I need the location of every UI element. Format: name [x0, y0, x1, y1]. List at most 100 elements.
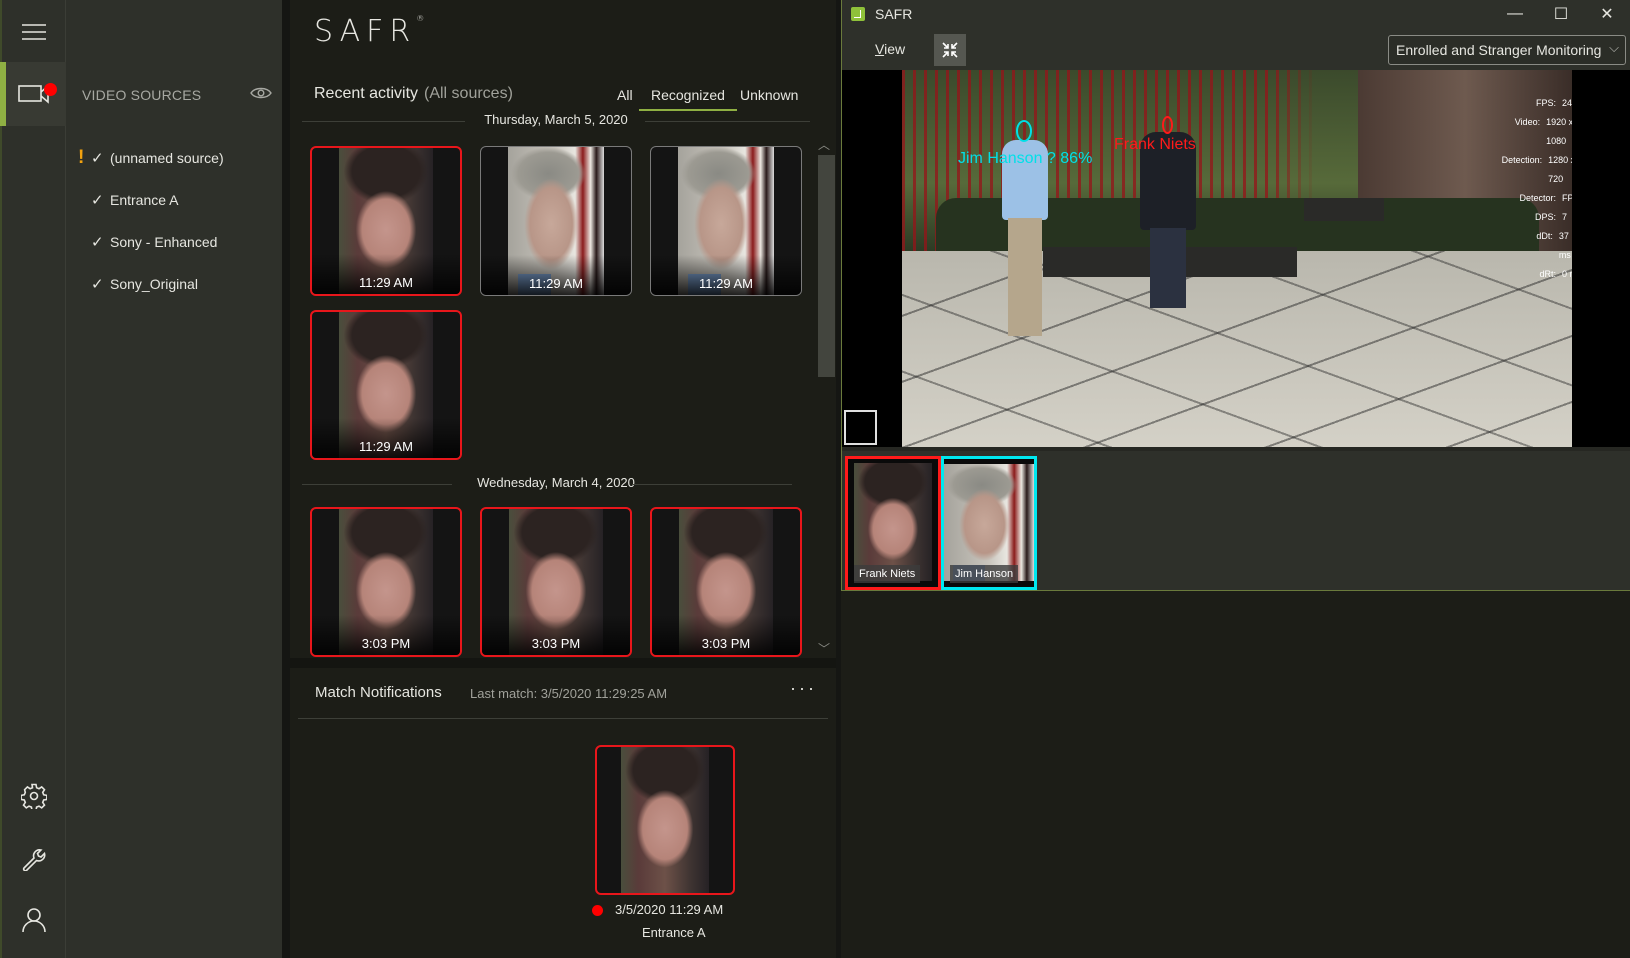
face-detection-marker [1016, 120, 1032, 142]
camera-frame: Jim Hanson ? 86% Frank Niets FPS: 24 Vide… [902, 70, 1572, 447]
match-notifications-header: Match Notifications Last match: 3/5/2020… [290, 668, 836, 722]
divider [632, 484, 792, 485]
close-button[interactable]: ✕ [1584, 0, 1630, 28]
collapse-button[interactable] [934, 34, 966, 66]
account-nav-button[interactable] [2, 888, 66, 952]
stat-key: dRt: [1539, 269, 1556, 279]
video-sources-nav-button[interactable] [0, 62, 66, 126]
match-notification-card[interactable] [595, 745, 735, 895]
activity-thumbnail[interactable]: 3:03 PM [310, 507, 462, 657]
check-icon[interactable]: ✓ [91, 233, 104, 251]
face-image [621, 747, 709, 893]
more-options-button[interactable]: ··· [790, 678, 817, 699]
thumbnail-time: 3:03 PM [701, 636, 751, 651]
thumbnail-time: 11:29 AM [529, 276, 583, 291]
face-image [944, 464, 1034, 581]
user-icon [22, 908, 46, 933]
stat-row: Video: 1920 x 1080 [1498, 113, 1572, 151]
menu-button[interactable] [2, 0, 66, 64]
person-name: Frank Niets [854, 565, 921, 583]
activity-thumbnail[interactable]: 3:03 PM [650, 507, 802, 657]
video-feed[interactable]: Jim Hanson ? 86% Frank Niets FPS: 24 Vide… [842, 70, 1630, 447]
thumbnail-time: 3:03 PM [531, 636, 581, 651]
monitoring-mode-select[interactable]: Enrolled and Stranger Monitoring ⌵ [1388, 35, 1626, 65]
safr-video-window: SAFR — ☐ ✕ View Enrolled and Stranger Mo… [841, 0, 1630, 591]
face-image [854, 463, 932, 581]
source-item[interactable]: ✓ Sony_Original [66, 269, 282, 299]
activity-thumbnail[interactable]: 11:29 AM [480, 146, 632, 296]
source-label: Sony - Enhanced [110, 234, 218, 250]
source-label: (unnamed source) [110, 150, 224, 166]
maximize-button[interactable]: ☐ [1538, 0, 1584, 28]
video-stats: FPS: 24 Video: 1920 x 1080 Detection: 1280 … [1498, 94, 1572, 284]
panel-divider [282, 0, 290, 958]
scroll-up-icon[interactable]: ︿ [818, 136, 830, 153]
stat-row: dDt: 37 ms [1498, 227, 1572, 265]
stat-value: 1920 x 1080 [1546, 117, 1572, 146]
source-item[interactable]: ! ✓ (unnamed source) [66, 143, 282, 173]
activity-thumbnail[interactable]: 11:29 AM [310, 146, 462, 296]
stat-value: 37 ms [1558, 231, 1571, 260]
source-item[interactable]: ✓ Entrance A [66, 185, 282, 215]
face-label: Jim Hanson ? 86% [958, 150, 1093, 167]
window-title: SAFR [875, 6, 913, 22]
check-icon[interactable]: ✓ [91, 191, 104, 209]
tab-unknown[interactable]: Unknown [740, 87, 798, 109]
thumbnail-time: 3:03 PM [361, 636, 411, 651]
view-menu[interactable]: View [875, 41, 905, 57]
hamburger-icon [22, 24, 46, 40]
stat-key: DPS: [1534, 212, 1556, 222]
stat-key: FPS: [1535, 98, 1556, 108]
recent-activity-title: Recent activity [314, 85, 419, 102]
tab-all[interactable]: All [617, 87, 633, 109]
day-label: Thursday, March 5, 2020 [484, 112, 628, 127]
tools-nav-button[interactable] [2, 826, 66, 890]
minimize-button[interactable]: — [1492, 0, 1538, 28]
source-label: Entrance A [110, 192, 179, 208]
source-label: Sony_Original [110, 276, 198, 292]
logo-text: SAFR [314, 14, 417, 49]
stat-row: Detector: FP1 [1498, 189, 1572, 208]
alert-badge [44, 83, 57, 96]
recent-activity-source-filter: (All sources) [424, 85, 513, 102]
match-datetime: 3/5/2020 11:29 AM [615, 902, 724, 917]
stat-value: 7 [1562, 212, 1568, 222]
day-separator: Wednesday, March 4, 2020 [302, 474, 810, 494]
safr-logo: SAFR® [314, 14, 424, 49]
activity-thumbnail[interactable]: 3:03 PM [480, 507, 632, 657]
video-sources-heading: VIDEO SOURCES [82, 87, 202, 103]
stat-key: Video: [1514, 117, 1541, 127]
filmstrip-card[interactable]: Jim Hanson [941, 456, 1037, 590]
source-item[interactable]: ✓ Sony - Enhanced [66, 227, 282, 257]
app-icon [851, 7, 865, 21]
check-icon[interactable]: ✓ [91, 275, 104, 293]
settings-nav-button[interactable] [2, 764, 66, 828]
check-icon[interactable]: ✓ [91, 149, 104, 167]
tab-recognized[interactable]: Recognized [639, 87, 737, 111]
collapse-arrows-icon [942, 42, 958, 58]
divider [298, 718, 828, 719]
face-filmstrip: Frank Niets Jim Hanson [842, 447, 1630, 590]
view-menu-label: iew [884, 41, 906, 57]
day-separator: Thursday, March 5, 2020 [302, 111, 810, 131]
scrollbar-thumb[interactable] [818, 155, 835, 377]
stat-value: FP1 [1562, 193, 1572, 203]
eye-icon[interactable] [250, 86, 272, 100]
filmstrip-card[interactable]: Frank Niets [845, 456, 941, 590]
match-source: Entrance A [642, 925, 706, 940]
nav-rail [0, 0, 66, 958]
stat-value: 24 [1562, 98, 1572, 108]
stat-key: Detection: [1501, 155, 1543, 165]
logo-mark: ® [416, 14, 425, 23]
face-label: Frank Niets [1114, 136, 1196, 153]
scroll-down-icon[interactable]: ﹀ [818, 640, 830, 657]
thumbnail-time: 11:29 AM [359, 275, 413, 290]
stat-value: 0 ms [1562, 269, 1572, 279]
activity-thumbnail[interactable]: 11:29 AM [310, 310, 462, 460]
stat-row: dRt: 0 ms [1498, 265, 1572, 284]
stat-row: Detection: 1280 x 720 [1498, 151, 1572, 189]
face-detection-marker [1162, 116, 1173, 134]
activity-thumbnail[interactable]: 11:29 AM [650, 146, 802, 296]
snapshot-toggle[interactable] [844, 410, 877, 445]
stat-key: Detector: [1519, 193, 1556, 203]
